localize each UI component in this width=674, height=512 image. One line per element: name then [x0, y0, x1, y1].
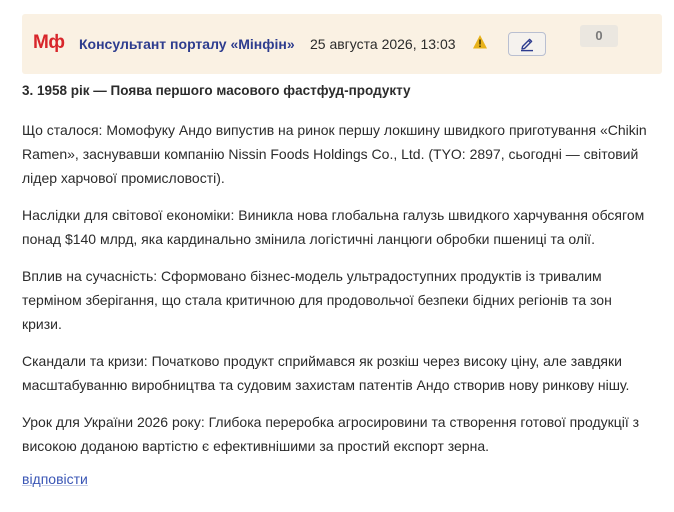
- rating-count[interactable]: 0: [580, 25, 618, 47]
- comment-header: Мф Консультант порталу «Мінфін» 25 авгус…: [22, 14, 662, 74]
- paragraph-scandals: Скандали та кризи: Початково продукт спр…: [22, 353, 630, 393]
- pencil-icon: [521, 38, 533, 52]
- timestamp: 25 августа 2026, 13:03: [310, 36, 456, 52]
- warning-icon[interactable]: [472, 34, 488, 50]
- comment-body: 3. 1958 рік — Поява першого масового фас…: [22, 79, 652, 458]
- comment-post: Мф Консультант порталу «Мінфін» 25 авгус…: [0, 0, 674, 512]
- paragraph-economic-impact: Наслідки для світової економіки: Виникла…: [22, 207, 645, 247]
- author-link[interactable]: Консультант порталу «Мінфін»: [79, 36, 295, 52]
- paragraph-what-happened: Що сталося: Момофуку Андо випустив на ри…: [22, 122, 647, 186]
- post-title: 3. 1958 рік — Поява першого масового фас…: [22, 83, 411, 98]
- edit-button[interactable]: [508, 32, 546, 56]
- paragraph-modern-influence: Вплив на сучасність: Сформовано бізнес-м…: [22, 268, 612, 332]
- paragraph-lesson-ukraine: Урок для України 2026 року: Глибока пере…: [22, 414, 640, 454]
- reply-link[interactable]: відповісти: [22, 471, 88, 487]
- minfin-logo: Мф: [33, 32, 65, 53]
